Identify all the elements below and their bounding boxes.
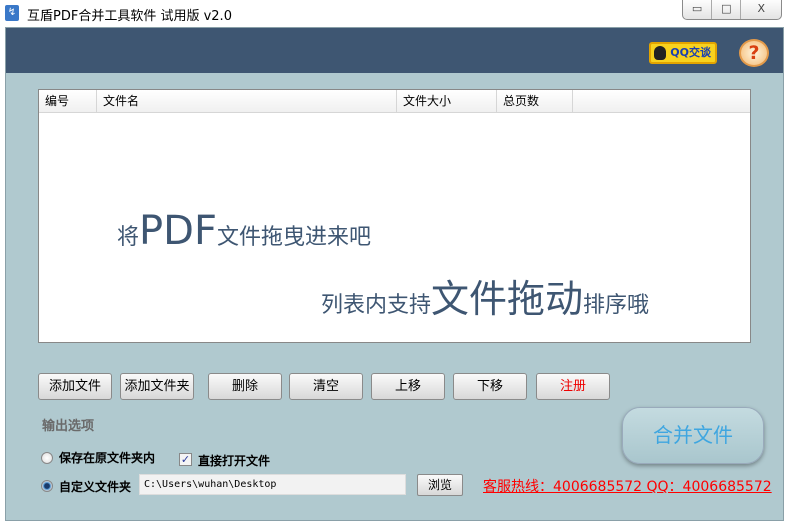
custom-folder-radio[interactable] xyxy=(41,480,53,492)
minimize-button[interactable]: ▭ xyxy=(683,0,713,19)
browse-button[interactable]: 浏览 xyxy=(417,474,463,496)
drop-hint-text: 文件拖曳进来吧 xyxy=(216,225,371,250)
drop-hint-text: 排序哦 xyxy=(583,293,650,318)
help-icon[interactable]: ? xyxy=(739,39,769,67)
window-title: 互盾PDF合并工具软件 试用版 v2.0 xyxy=(27,9,232,24)
title-bar: ↯ 互盾PDF合并工具软件 试用版 v2.0 ▭ □ X xyxy=(0,0,790,27)
support-hotline-link[interactable]: 客服热线：4006685572 QQ：4006685572 xyxy=(483,476,772,496)
drop-hint-text: 将 xyxy=(117,225,140,250)
app-icon: ↯ xyxy=(5,5,19,21)
window-controls: ▭ □ X xyxy=(682,0,782,20)
qq-penguin-icon xyxy=(654,46,666,60)
column-header-number[interactable]: 编号 xyxy=(39,90,97,112)
add-file-button[interactable]: 添加文件 xyxy=(38,373,112,400)
column-header-filename[interactable]: 文件名 xyxy=(97,90,397,112)
output-options-label: 输出选项 xyxy=(42,419,95,434)
output-path-input[interactable]: C:\Users\wuhan\Desktop xyxy=(139,474,406,495)
add-folder-button[interactable]: 添加文件夹 xyxy=(120,373,194,400)
qq-chat-label: QQ交谈 xyxy=(670,46,711,59)
qq-chat-button[interactable]: QQ交谈 xyxy=(649,42,717,64)
merge-files-button[interactable]: 合并文件 xyxy=(622,407,764,464)
drop-hint-1: 将PDF文件拖曳进来吧 xyxy=(117,208,371,254)
open-directly-checkbox[interactable]: ✓ xyxy=(179,453,192,466)
save-original-radio[interactable] xyxy=(41,452,53,464)
header-band: QQ交谈 ? xyxy=(6,28,783,73)
custom-folder-label[interactable]: 自定义文件夹 xyxy=(59,478,131,495)
drop-hint-2: 列表内支持文件拖动排序哦 xyxy=(321,268,649,323)
main-window: QQ交谈 ? 编号 文件名 文件大小 总页数 将PDF文件拖曳进来吧 列表内支持… xyxy=(5,27,784,521)
clear-button[interactable]: 清空 xyxy=(289,373,363,400)
open-directly-label[interactable]: 直接打开文件 xyxy=(198,452,270,469)
drop-hint-text: 列表内支持 xyxy=(321,293,432,318)
close-button[interactable]: X xyxy=(741,0,781,19)
column-header-pages[interactable]: 总页数 xyxy=(497,90,573,112)
save-original-label[interactable]: 保存在原文件夹内 xyxy=(59,449,155,466)
register-button[interactable]: 注册 xyxy=(536,373,610,400)
drop-hint-text: 文件拖动 xyxy=(431,277,584,321)
column-header-size[interactable]: 文件大小 xyxy=(397,90,497,112)
maximize-button[interactable]: □ xyxy=(712,0,742,19)
delete-button[interactable]: 删除 xyxy=(208,373,282,400)
move-up-button[interactable]: 上移 xyxy=(371,373,445,400)
table-header: 编号 文件名 文件大小 总页数 xyxy=(39,90,750,113)
file-list[interactable]: 编号 文件名 文件大小 总页数 将PDF文件拖曳进来吧 列表内支持文件拖动排序哦 xyxy=(38,89,751,343)
move-down-button[interactable]: 下移 xyxy=(453,373,527,400)
drop-hint-text: PDF xyxy=(139,208,217,254)
